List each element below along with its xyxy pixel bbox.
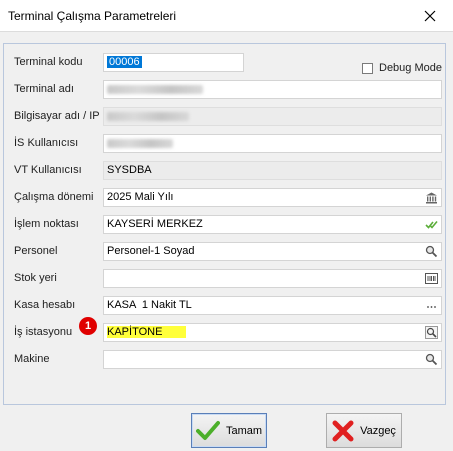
terminal-code-label: Terminal kodu <box>14 56 83 68</box>
terminal-code-field[interactable]: 00006 <box>103 53 244 72</box>
red-x-icon <box>332 420 354 442</box>
parameters-group: Terminal kodu 00006 Debug Mode Terminal … <box>3 43 446 405</box>
barcode-icon[interactable] <box>424 271 439 286</box>
checkmark-icon <box>195 420 220 442</box>
cash-account-field[interactable]: KASA 1 Nakit TL <box>103 296 442 315</box>
redacted-value <box>107 112 189 121</box>
db-user-label: VT Kullanıcısı <box>14 164 82 176</box>
ok-button-label: Tamam <box>225 424 263 437</box>
cancel-button-label: Vazgeç <box>360 424 396 437</box>
is-user-label: İS Kullanıcısı <box>14 137 79 149</box>
cash-account-value: KASA 1 Nakit TL <box>107 299 192 311</box>
db-user-field: SYSDBA <box>103 161 442 180</box>
ok-button[interactable]: Tamam <box>191 413 267 448</box>
bank-icon[interactable] <box>424 190 439 205</box>
machine-label: Makine <box>14 353 50 365</box>
terminal-name-field[interactable] <box>103 80 442 99</box>
stock-location-label: Stok yeri <box>14 272 57 284</box>
operation-point-value: KAYSERİ MERKEZ <box>107 218 203 230</box>
personnel-label: Personel <box>14 245 58 257</box>
is-user-field[interactable] <box>103 134 442 153</box>
window-title: Terminal Çalışma Parametreleri <box>8 9 177 23</box>
search-tool-icon[interactable] <box>424 325 439 340</box>
operation-point-field[interactable]: KAYSERİ MERKEZ <box>103 215 442 234</box>
double-check-icon[interactable] <box>424 217 439 232</box>
ellipsis-icon[interactable] <box>424 298 439 313</box>
debug-mode-label: Debug Mode <box>379 62 442 74</box>
redacted-value <box>107 139 173 148</box>
machine-field[interactable] <box>103 350 442 369</box>
work-period-field[interactable]: 2025 Mali Yılı <box>103 188 442 207</box>
work-period-value: 2025 Mali Yılı <box>107 191 174 203</box>
workstation-value: KAPİTONE <box>107 326 187 338</box>
work-period-label: Çalışma dönemi <box>14 191 94 203</box>
stock-location-field[interactable] <box>103 269 442 288</box>
cancel-button[interactable]: Vazgeç <box>326 413 402 448</box>
cash-account-label: Kasa hesabı <box>14 299 76 311</box>
terminal-name-label: Terminal adı <box>14 83 74 95</box>
title-bar: Terminal Çalışma Parametreleri <box>0 0 453 31</box>
lookup-icon[interactable] <box>424 352 439 367</box>
dialog-body: Terminal kodu 00006 Debug Mode Terminal … <box>0 31 453 451</box>
operation-point-label: İşlem noktası <box>14 218 79 230</box>
computer-name-field <box>103 107 442 126</box>
redacted-value <box>107 85 203 94</box>
debug-mode-checkbox[interactable]: Debug Mode <box>362 62 442 74</box>
checkbox-box[interactable] <box>362 62 373 74</box>
terminal-code-value: 00006 <box>107 56 142 68</box>
close-icon <box>424 10 436 21</box>
close-button[interactable] <box>407 0 453 31</box>
personnel-field[interactable]: Personel-1 Soyad <box>103 242 442 261</box>
db-user-value: SYSDBA <box>107 164 152 176</box>
workstation-label: İş istasyonu <box>14 326 73 338</box>
workstation-field[interactable]: KAPİTONE <box>103 323 442 342</box>
lookup-icon[interactable] <box>424 244 439 259</box>
personnel-value: Personel-1 Soyad <box>107 245 195 257</box>
annotation-badge: 1 <box>79 317 97 335</box>
computer-name-label: Bilgisayar adı / IP <box>14 110 100 122</box>
